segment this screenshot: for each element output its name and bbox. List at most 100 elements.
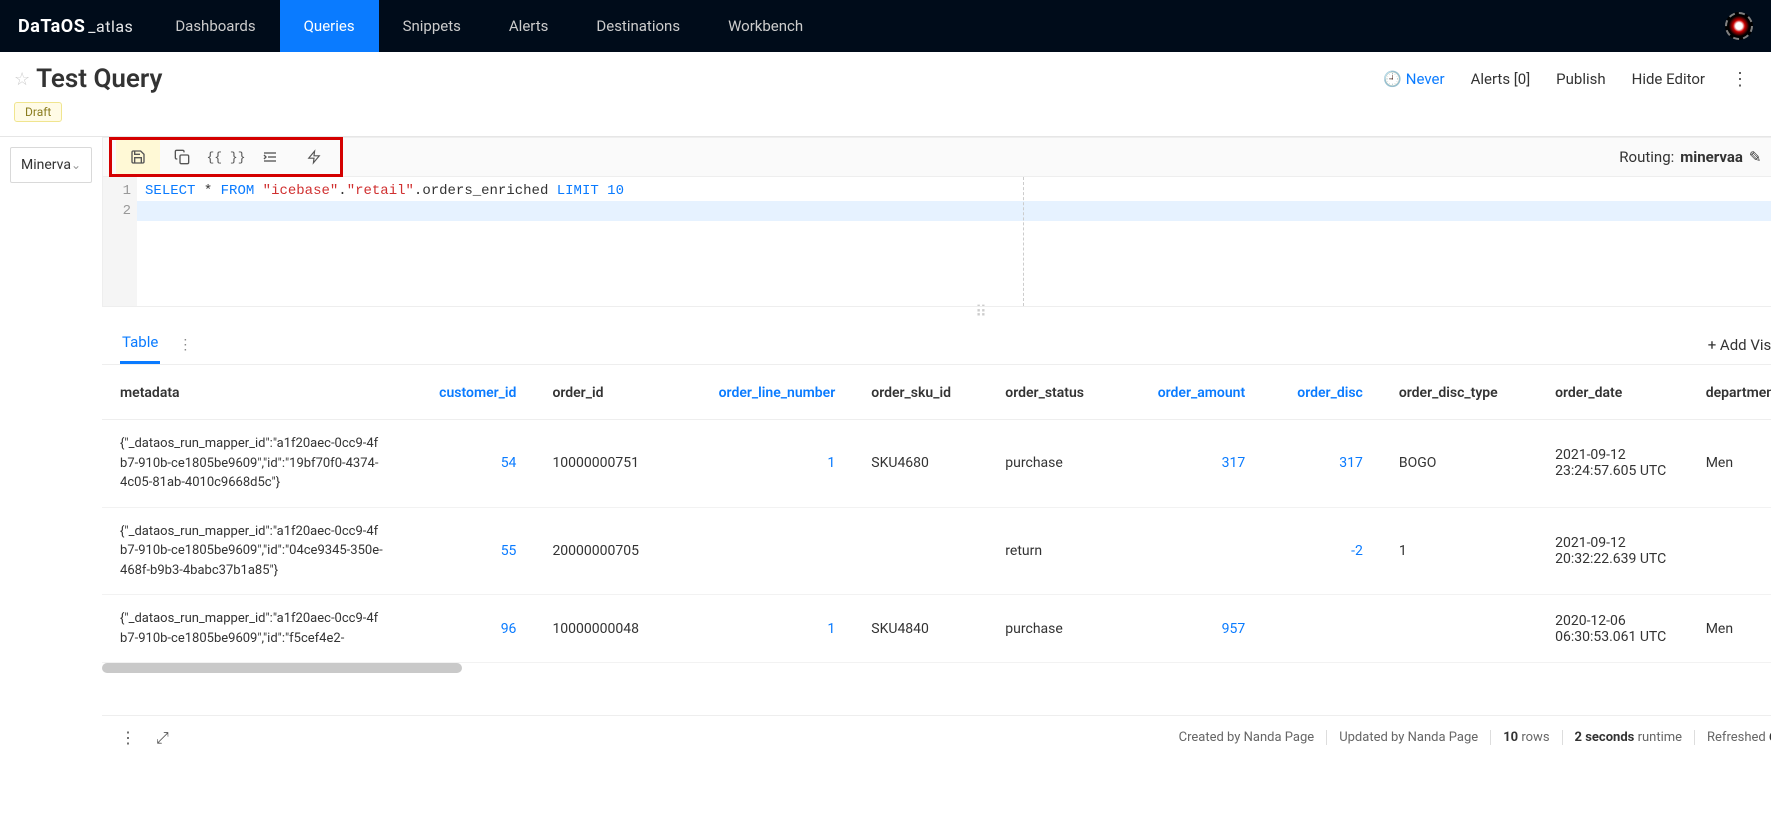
- cell-order_status: return: [987, 507, 1120, 595]
- chevron-down-icon: ⌄: [71, 158, 81, 172]
- cell-order_date: 2021-09-12 20:32:22.639 UTC: [1537, 507, 1688, 595]
- indent-icon: [262, 149, 278, 165]
- code-area[interactable]: SELECT * FROM "icebase"."retail".orders_…: [137, 177, 1771, 306]
- runtime: 2 seconds runtime: [1562, 730, 1695, 745]
- schedule-never[interactable]: 🕘 Never: [1383, 70, 1444, 88]
- lightning-icon: [307, 149, 321, 165]
- copy-icon: [174, 149, 190, 165]
- nav-snippets[interactable]: Snippets: [379, 0, 485, 52]
- hide-editor-button[interactable]: Hide Editor: [1632, 70, 1705, 88]
- col-order-id[interactable]: order_id: [534, 365, 676, 420]
- nav-workbench[interactable]: Workbench: [704, 0, 827, 52]
- resize-handle[interactable]: ⠿: [102, 307, 1771, 315]
- brand-sub: _atlas: [88, 17, 133, 36]
- top-nav: DaTaOS _atlas Dashboards Queries Snippet…: [0, 0, 1771, 52]
- result-tabs: Table ⋮ + Add Visualization: [102, 315, 1771, 365]
- cell-order_line_number: 1: [676, 595, 853, 663]
- publish-button[interactable]: Publish: [1556, 70, 1605, 88]
- title-row: ☆ Test Query 🕘 Never Alerts [0] Publish …: [0, 52, 1771, 100]
- datasource-value: Minerva: [21, 157, 71, 173]
- cell-order_sku_id: [853, 507, 987, 595]
- routing-value: minervaa: [1680, 148, 1743, 166]
- col-department-name[interactable]: department_name: [1688, 365, 1771, 420]
- col-metadata[interactable]: metadata: [102, 365, 403, 420]
- clock-icon: 🕘: [1383, 70, 1402, 88]
- table-row[interactable]: {"_dataos_run_mapper_id":"a1f20aec-0cc9-…: [102, 595, 1771, 663]
- cell-metadata: {"_dataos_run_mapper_id":"a1f20aec-0cc9-…: [102, 420, 403, 508]
- col-order-status[interactable]: order_status: [987, 365, 1120, 420]
- refreshed: Refreshed 6 days ago: [1694, 730, 1771, 745]
- kw: SELECT: [145, 183, 195, 199]
- cell-order_amount: [1120, 507, 1263, 595]
- cell-department_name: Men: [1688, 595, 1771, 663]
- alerts-link[interactable]: Alerts [0]: [1471, 70, 1531, 88]
- avatar[interactable]: [1725, 12, 1753, 40]
- cell-order_disc: [1263, 595, 1381, 663]
- kw: LIMIT: [557, 183, 599, 199]
- favorite-star-icon[interactable]: ☆: [14, 69, 30, 90]
- cell-department_name: Men: [1688, 420, 1771, 508]
- cell-order_sku_id: SKU4840: [853, 595, 987, 663]
- more-menu-icon[interactable]: ⋮: [1731, 69, 1749, 90]
- datasource-select[interactable]: Minerva ⌄: [10, 147, 92, 183]
- fullscreen-icon[interactable]: ⤢: [156, 728, 169, 748]
- cell-order_status: purchase: [987, 595, 1120, 663]
- col-customer-id[interactable]: customer_id: [403, 365, 534, 420]
- col-order-disc[interactable]: order_disc: [1263, 365, 1381, 420]
- save-button[interactable]: [116, 140, 160, 174]
- page-title[interactable]: Test Query: [36, 64, 162, 94]
- tab-table[interactable]: Table: [120, 325, 160, 364]
- col-order-sku-id[interactable]: order_sku_id: [853, 365, 987, 420]
- brand-main: DaTaOS: [18, 16, 85, 37]
- col-order-date[interactable]: order_date: [1537, 365, 1688, 420]
- kw: FROM: [221, 183, 255, 199]
- t: *: [195, 183, 220, 199]
- edit-routing-icon[interactable]: ✎: [1749, 148, 1762, 166]
- toolbar-highlight-box: {{ }}: [109, 137, 343, 177]
- variables-button[interactable]: {{ }}: [204, 140, 248, 174]
- cell-metadata: {"_dataos_run_mapper_id":"a1f20aec-0cc9-…: [102, 595, 403, 663]
- footer-more-icon[interactable]: ⋮: [120, 728, 136, 748]
- routing-info: Routing: minervaa ✎: [1619, 148, 1771, 166]
- horizontal-scrollbar[interactable]: [102, 663, 1771, 675]
- table-row[interactable]: {"_dataos_run_mapper_id":"a1f20aec-0cc9-…: [102, 507, 1771, 595]
- cell-order_id: 20000000705: [534, 507, 676, 595]
- col-order-disc-type[interactable]: order_disc_type: [1381, 365, 1537, 420]
- t: .: [338, 183, 346, 199]
- cell-order_disc_type: BOGO: [1381, 420, 1537, 508]
- copy-button[interactable]: [160, 140, 204, 174]
- t: [254, 183, 262, 199]
- brand-logo: DaTaOS _atlas: [0, 0, 151, 52]
- cell-order_disc: -2: [1263, 507, 1381, 595]
- col-order-line-number[interactable]: order_line_number: [676, 365, 853, 420]
- autocomplete-button[interactable]: [292, 140, 336, 174]
- results-table: metadata customer_id order_id order_line…: [102, 365, 1771, 663]
- draft-badge: Draft: [14, 102, 62, 122]
- cell-order_date: 2020-12-06 06:30:53.061 UTC: [1537, 595, 1688, 663]
- routing-label: Routing:: [1619, 148, 1674, 166]
- nav-items: Dashboards Queries Snippets Alerts Desti…: [151, 0, 827, 52]
- updated-by: Updated by Nanda Page: [1326, 730, 1490, 745]
- nav-alerts[interactable]: Alerts: [485, 0, 573, 52]
- fold-line: [1023, 177, 1024, 306]
- cell-order_disc: 317: [1263, 420, 1381, 508]
- results-table-wrap[interactable]: metadata customer_id order_id order_line…: [102, 365, 1771, 715]
- tab-more-icon[interactable]: ⋮: [178, 337, 192, 353]
- sql-editor[interactable]: 12 SELECT * FROM "icebase"."retail".orde…: [102, 177, 1771, 307]
- cell-order_date: 2021-09-12 23:24:57.605 UTC: [1537, 420, 1688, 508]
- table-row[interactable]: {"_dataos_run_mapper_id":"a1f20aec-0cc9-…: [102, 420, 1771, 508]
- cell-order_sku_id: SKU4680: [853, 420, 987, 508]
- cell-customer_id: 55: [403, 507, 534, 595]
- nav-queries[interactable]: Queries: [280, 0, 379, 52]
- nav-dashboards[interactable]: Dashboards: [151, 0, 279, 52]
- format-button[interactable]: [248, 140, 292, 174]
- nav-destinations[interactable]: Destinations: [572, 0, 704, 52]
- cell-order_id: 10000000048: [534, 595, 676, 663]
- col-order-amount[interactable]: order_amount: [1120, 365, 1263, 420]
- results-footer: ⋮ ⤢ Created by Nanda Page Updated by Nan…: [102, 715, 1771, 759]
- row-count: 10 rows: [1490, 730, 1561, 745]
- num: 10: [607, 183, 624, 199]
- save-icon: [130, 149, 146, 165]
- cell-order_amount: 317: [1120, 420, 1263, 508]
- add-visualization-button[interactable]: + Add Visualization: [1708, 336, 1771, 354]
